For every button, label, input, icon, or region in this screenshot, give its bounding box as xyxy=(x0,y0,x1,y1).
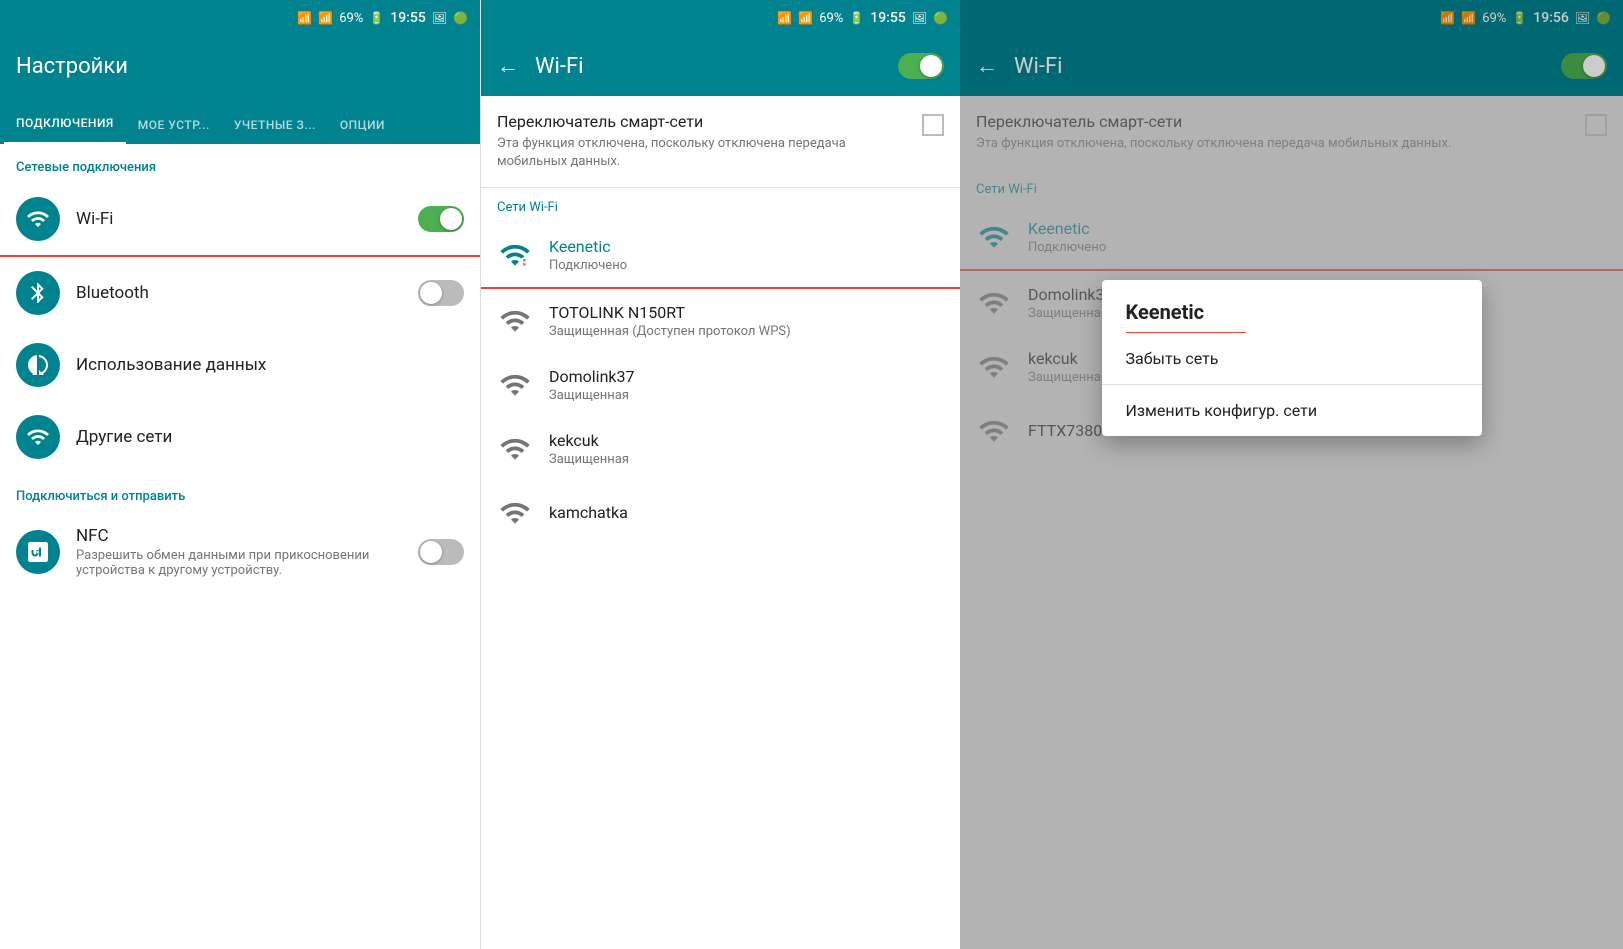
battery-1: 69% xyxy=(339,11,363,26)
kamchatka-text: kamchatka xyxy=(549,503,944,524)
settings-content: Сетевые подключения Wi-Fi Bluetooth xyxy=(0,144,480,949)
wifi-toggle[interactable] xyxy=(418,206,464,232)
network-domolink[interactable]: Domolink37 Защищенная xyxy=(481,353,960,417)
tab-options[interactable]: ОПЦИИ xyxy=(328,118,397,144)
network-context-dialog: Keenetic Забыть сеть Изменить конфигур. … xyxy=(1102,280,1482,436)
status-bar-2: 📶 📶 69% 🔋 19:55 🖼 🟢 xyxy=(481,0,960,36)
domolink-text: Domolink37 Защищенная xyxy=(549,367,944,403)
other-networks-icon-bg xyxy=(16,415,60,459)
other-networks-title: Другие сети xyxy=(76,427,464,447)
settings-item-wifi[interactable]: Wi-Fi xyxy=(0,183,480,257)
bluetooth-title: Bluetooth xyxy=(76,283,418,303)
totolink-text: TOTOLINK N150RT Защищенная (Доступен про… xyxy=(549,303,944,339)
wifi-content: Переключатель смарт-сети Эта функция отк… xyxy=(481,96,960,949)
wifi-title-2: Wi-Fi xyxy=(535,54,583,79)
tab-accounts[interactable]: УЧЕТНЫЕ З... xyxy=(222,118,328,144)
other-networks-text: Другие сети xyxy=(76,427,464,447)
smart-switch[interactable]: Переключатель смарт-сети Эта функция отк… xyxy=(481,96,960,188)
smart-switch-text: Переключатель смарт-сети Эта функция отк… xyxy=(497,112,906,171)
kekcuk-status: Защищенная xyxy=(549,452,944,467)
time-1: 19:55 xyxy=(390,10,426,26)
nfc-toggle[interactable] xyxy=(418,539,464,565)
back-button-2[interactable]: ← xyxy=(497,53,519,79)
section-network-header: Сетевые подключения xyxy=(0,144,480,183)
settings-app-bar: Настройки xyxy=(0,36,480,96)
wifi-signal-icon-keenetic xyxy=(497,237,533,273)
settings-item-bluetooth[interactable]: Bluetooth xyxy=(0,257,480,329)
other-networks-icon xyxy=(26,425,50,449)
wifi-status-icon-2: 📶 xyxy=(777,11,792,25)
kamchatka-name: kamchatka xyxy=(549,503,944,522)
domolink-status: Защищенная xyxy=(549,388,944,403)
wifi-title: Wi-Fi xyxy=(76,209,418,229)
data-usage-title: Использование данных xyxy=(76,355,464,375)
network-kekcuk[interactable]: kekcuk Защищенная xyxy=(481,417,960,481)
settings-tabs: ПОДКЛЮЧЕНИЯ МОЕ УСТР... УЧЕТНЫЕ З... ОПЦ… xyxy=(0,96,480,144)
wifi-networks-header: Сети Wi-Fi xyxy=(481,188,960,223)
wifi-signal-icon-domolink xyxy=(497,367,533,403)
screenshot-icon-2: 🖼 xyxy=(912,11,927,25)
wifi-status-icon: 📶 xyxy=(297,11,312,25)
nfc-title: NFC xyxy=(76,526,418,546)
kekcuk-name: kekcuk xyxy=(549,431,944,450)
signal-icon: 📶 xyxy=(318,11,333,25)
status-bar-1: 📶 📶 69% 🔋 19:55 🖼 🟢 xyxy=(0,0,480,36)
nfc-icon xyxy=(26,540,50,564)
totolink-status: Защищенная (Доступен протокол WPS) xyxy=(549,324,944,339)
wifi-text: Wi-Fi xyxy=(76,209,418,229)
nfc-text: NFC Разрешить обмен данными при прикосно… xyxy=(76,526,418,578)
domolink-name: Domolink37 xyxy=(549,367,944,386)
dialog-overlay: Keenetic Забыть сеть Изменить конфигур. … xyxy=(960,0,1623,949)
battery-icon-2: 🔋 xyxy=(849,11,864,25)
settings-item-other-networks[interactable]: Другие сети xyxy=(0,401,480,473)
data-usage-icon xyxy=(26,353,50,377)
wifi-panel: 📶 📶 69% 🔋 19:55 🖼 🟢 ← Wi-Fi Переключател… xyxy=(480,0,960,949)
section-connect-header: Подключиться и отправить xyxy=(0,473,480,512)
smart-switch-checkbox[interactable] xyxy=(922,114,944,136)
settings-title: Настройки xyxy=(16,54,128,79)
tab-my-device[interactable]: МОЕ УСТР... xyxy=(126,118,222,144)
bluetooth-toggle[interactable] xyxy=(418,280,464,306)
kekcuk-text: kekcuk Защищенная xyxy=(549,431,944,467)
battery-2: 69% xyxy=(819,11,843,26)
wifi-main-toggle[interactable] xyxy=(898,53,944,79)
smart-switch-subtitle: Эта функция отключена, поскольку отключе… xyxy=(497,135,906,171)
network-totolink[interactable]: TOTOLINK N150RT Защищенная (Доступен про… xyxy=(481,289,960,353)
pokemon-icon-2: 🟢 xyxy=(933,11,948,25)
dialog-network-name: Keenetic xyxy=(1102,280,1482,332)
screenshot-icon: 🖼 xyxy=(432,11,447,25)
dialog-edit-network[interactable]: Изменить конфигур. сети xyxy=(1102,385,1482,436)
keenetic-name: Keenetic xyxy=(549,237,944,256)
totolink-name: TOTOLINK N150RT xyxy=(549,303,944,322)
wifi-icon-bg xyxy=(16,197,60,241)
wifi-signal-icon-kekcuk xyxy=(497,431,533,467)
nfc-subtitle: Разрешить обмен данными при прикосновени… xyxy=(76,548,418,578)
smart-switch-title: Переключатель смарт-сети xyxy=(497,112,906,131)
battery-icon-1: 🔋 xyxy=(369,11,384,25)
wifi-icon xyxy=(26,207,50,231)
data-usage-text: Использование данных xyxy=(76,355,464,375)
bluetooth-icon xyxy=(26,281,50,305)
settings-item-data-usage[interactable]: Использование данных xyxy=(0,329,480,401)
time-2: 19:55 xyxy=(870,10,906,26)
network-kamchatka[interactable]: kamchatka xyxy=(481,481,960,545)
wifi-panel-with-dialog: 📶 📶 69% 🔋 19:56 🖼 🟢 ← Wi-Fi Переключател… xyxy=(960,0,1623,949)
data-usage-icon-bg xyxy=(16,343,60,387)
dialog-forget-network[interactable]: Забыть сеть xyxy=(1102,333,1482,385)
settings-panel: 📶 📶 69% 🔋 19:55 🖼 🟢 Настройки ПОДКЛЮЧЕНИ… xyxy=(0,0,480,949)
network-keenetic[interactable]: Keenetic Подключено xyxy=(481,223,960,289)
pokemon-icon: 🟢 xyxy=(453,11,468,25)
wifi-signal-icon-totolink xyxy=(497,303,533,339)
nfc-icon-bg xyxy=(16,530,60,574)
settings-item-nfc[interactable]: NFC Разрешить обмен данными при прикосно… xyxy=(0,512,480,592)
tab-connections[interactable]: ПОДКЛЮЧЕНИЯ xyxy=(4,116,126,144)
bluetooth-text: Bluetooth xyxy=(76,283,418,303)
keenetic-status: Подключено xyxy=(549,258,944,273)
wifi-signal-icon-kamchatka xyxy=(497,495,533,531)
signal-icon-2: 📶 xyxy=(798,11,813,25)
wifi-app-bar: ← Wi-Fi xyxy=(481,36,960,96)
bluetooth-icon-bg xyxy=(16,271,60,315)
keenetic-text: Keenetic Подключено xyxy=(549,237,944,273)
